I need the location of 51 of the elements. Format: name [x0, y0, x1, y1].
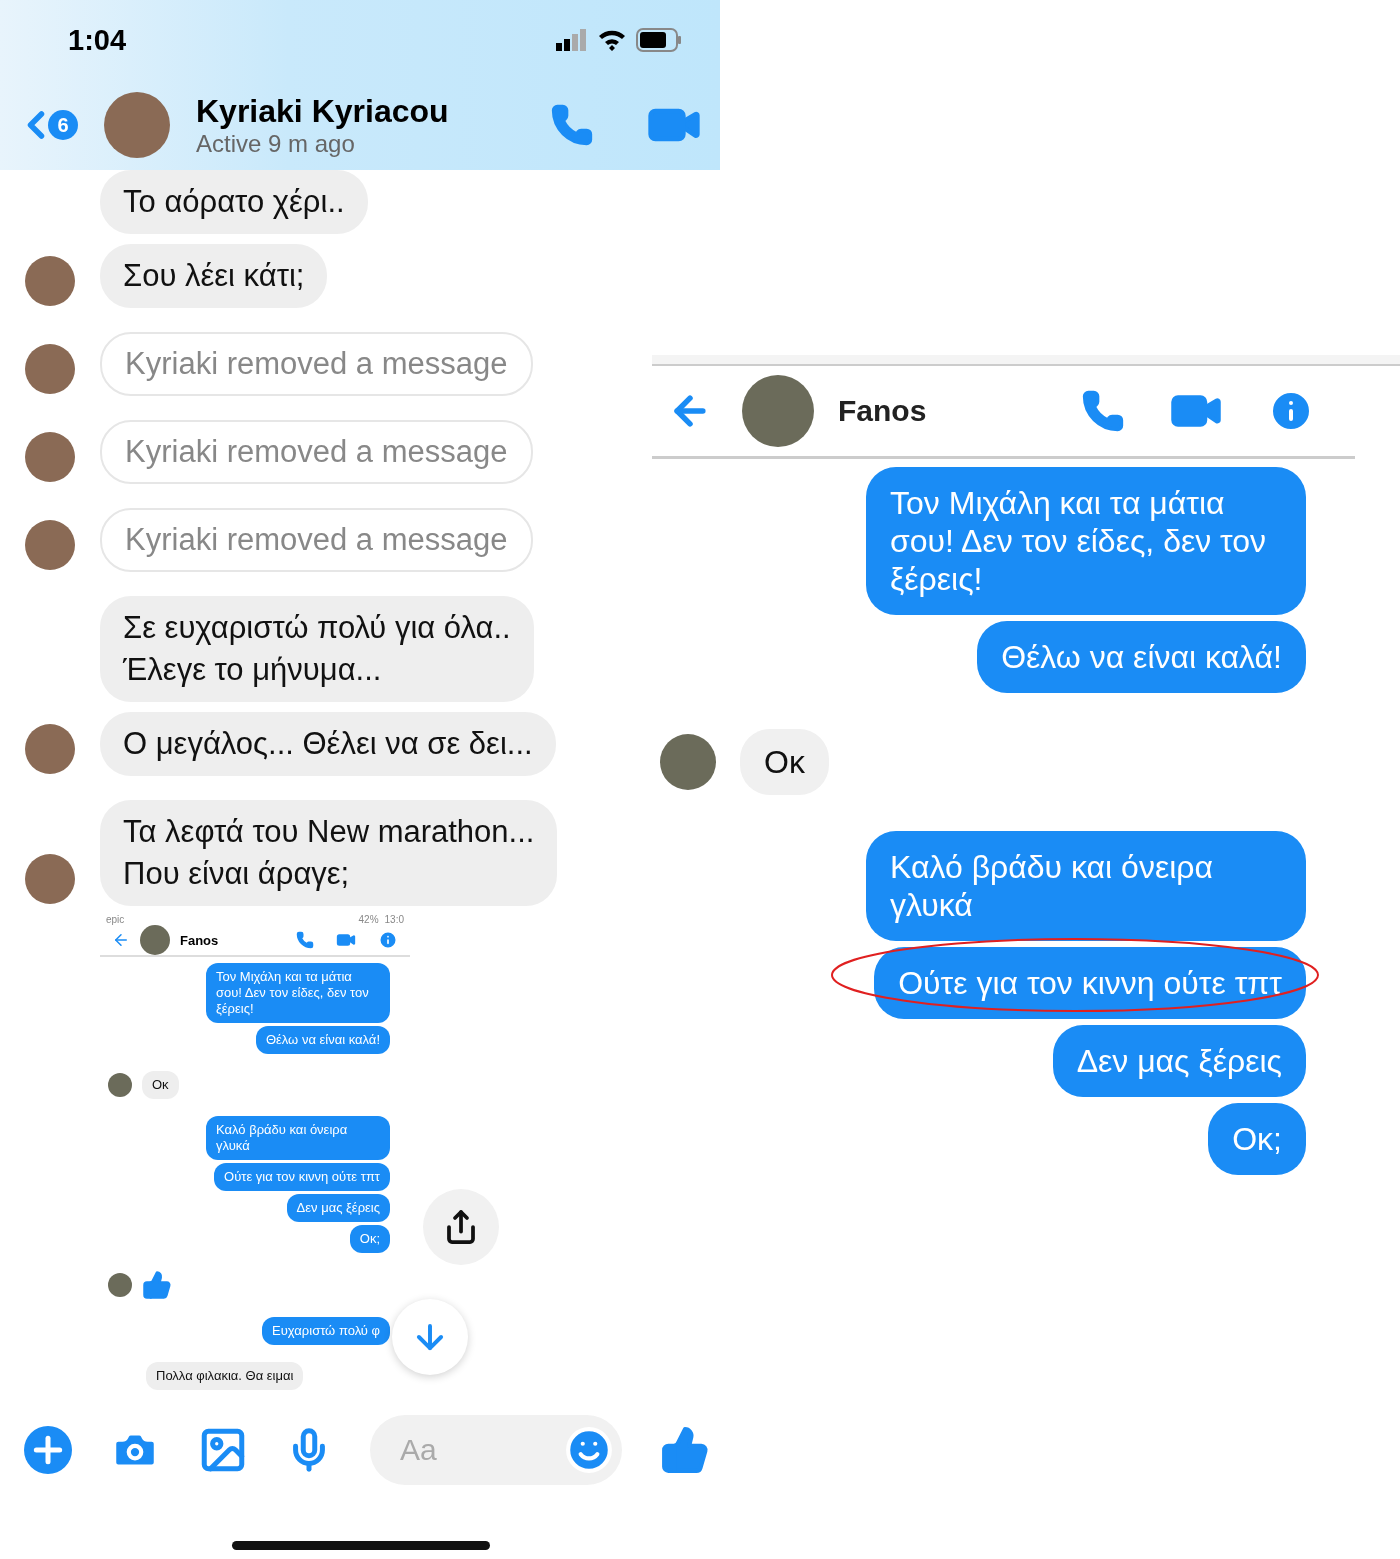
- status-time: 1:04: [68, 23, 127, 57]
- info-icon: [378, 930, 398, 950]
- removed-message: Kyriaki removed a message: [100, 508, 533, 572]
- message-bubble: Σε ευχαριστώ πολύ για όλα.. Έλεγε το μήνυμα...: [100, 596, 534, 702]
- message-bubble: Καλό βράδυ και όνειρα γλυκά: [206, 1116, 390, 1160]
- thumbs-up-icon: [142, 1270, 172, 1300]
- plus-icon[interactable]: [24, 1426, 72, 1474]
- removed-message: Kyriaki removed a message: [100, 332, 533, 396]
- contact-name: Fanos: [838, 394, 928, 428]
- sender-avatar: [660, 734, 716, 790]
- message-bubble: Σου λέει κάτι;: [100, 244, 328, 308]
- sender-avatar: [108, 1073, 132, 1097]
- screenshot-time: 13:0: [384, 914, 404, 925]
- message-bubble: Καλό βράδυ και όνειρα γλυκά: [866, 831, 1306, 941]
- contact-name: Fanos: [180, 932, 220, 948]
- message-bubble: Ευχαριστώ πολύ φ: [262, 1317, 390, 1345]
- emoji-icon[interactable]: [564, 1425, 614, 1475]
- message-bubble: Οκ;: [349, 1225, 390, 1253]
- message-bubble: Τα λεφτά του New marathon... Που είναι άραγε;: [100, 800, 558, 906]
- message-field[interactable]: Aa: [370, 1415, 622, 1485]
- message-bubble: Οκ: [740, 729, 829, 795]
- removed-message: Kyriaki removed a message: [100, 420, 533, 484]
- scroll-down-button[interactable]: [392, 1299, 468, 1375]
- message-bubble: Οκ;: [1208, 1103, 1306, 1175]
- contact-avatar: [140, 925, 170, 955]
- contact-name: Kyriaki Kyriacou: [196, 92, 450, 130]
- phone-icon[interactable]: [550, 103, 594, 147]
- phone-icon: [296, 931, 314, 949]
- message-input[interactable]: Aa: [398, 1432, 564, 1468]
- battery-icon: [636, 28, 682, 52]
- message-bubble: Θέλω να είναι καλά!: [977, 621, 1306, 693]
- message-bubble: Ούτε για τον κιννη ούτε τπτ: [214, 1163, 390, 1191]
- screenshot-carrier: epic: [106, 914, 125, 925]
- active-status: Active 9 m ago: [196, 129, 356, 158]
- message-bubble: Θέλω να είναι καλά!: [255, 1026, 390, 1054]
- back-button[interactable]: 6: [14, 103, 78, 147]
- signal-icon: [556, 29, 588, 51]
- thumbs-up-icon[interactable]: [660, 1425, 710, 1475]
- message-bubble: Ο μεγάλος... Θέλει να σε δει...: [100, 712, 556, 776]
- sender-avatar: [108, 1273, 132, 1297]
- message-bubble: Τον Μιχάλη και τα μάτια σου! Δεν τον είδες, δεν τον ξέρεις!: [866, 467, 1306, 615]
- message-bubble: Το αόρατο χέρι..: [100, 170, 368, 234]
- phone-icon: [1081, 389, 1125, 433]
- wifi-icon: [598, 29, 626, 51]
- message-bubble: Ούτε για τον κιννη ούτε τπτ: [874, 947, 1306, 1019]
- message-bubble: Δεν μας ξέρεις: [286, 1194, 390, 1222]
- screenshot-battery: 42%: [358, 914, 379, 925]
- message-bubble: Πολλα φιλακια. Θα ειμαι: [146, 1362, 304, 1390]
- message-bubble: Δεν μας ξέρεις: [1052, 1025, 1306, 1097]
- message-bubble: Τον Μιχάλη και τα μάτια σου! Δεν τον είδες, δεν τον ξέρεις!: [206, 963, 390, 1023]
- message-bubble: Οκ: [142, 1071, 179, 1099]
